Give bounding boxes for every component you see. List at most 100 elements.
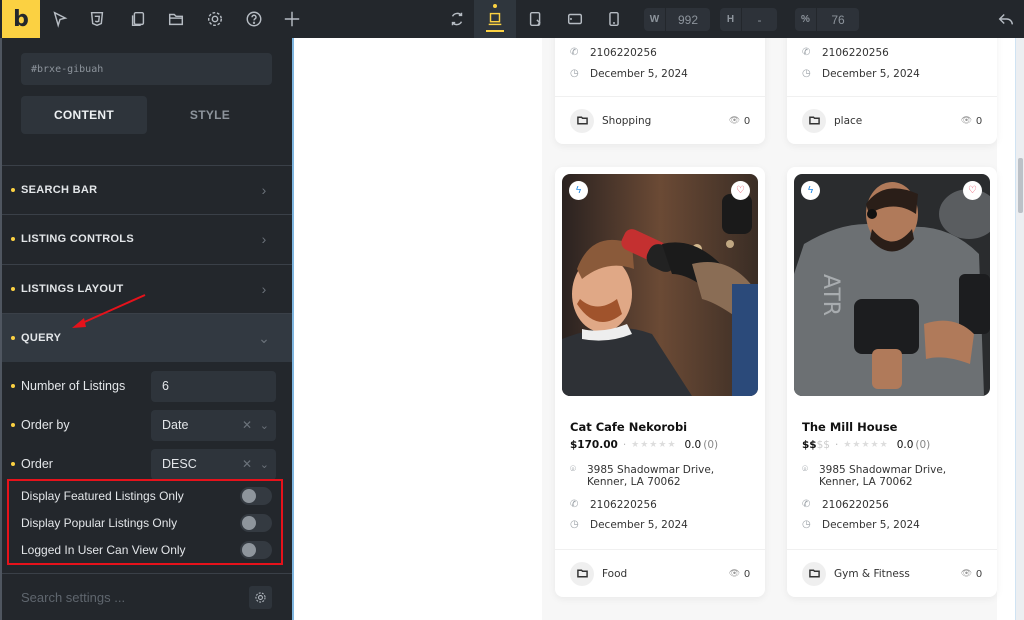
select-icon[interactable] bbox=[50, 9, 70, 29]
card-footer: Shopping 👁 0 bbox=[555, 96, 765, 144]
eye-icon: 👁 bbox=[728, 115, 741, 125]
section-listing-controls[interactable]: LISTING CONTROLS › bbox=[2, 214, 292, 263]
refresh-icon[interactable] bbox=[447, 9, 467, 29]
control-label: Order by bbox=[21, 418, 70, 432]
preview-canvas: ✆ 2106220256 ◷ December 5, 2024 Shopping 👁… bbox=[292, 38, 1024, 620]
laptop-icon bbox=[485, 9, 505, 29]
phone-row: ✆ 2106220256 bbox=[570, 47, 657, 59]
element-id-field[interactable]: #brxe-gibuah bbox=[21, 53, 272, 85]
listing-card[interactable]: ✆ 2106220256 ◷ December 5, 2024 place 👁 0 bbox=[787, 38, 997, 144]
order-by-select[interactable]: Date ✕ ⌄ bbox=[151, 409, 276, 441]
number-of-listings-input[interactable]: 6 bbox=[151, 370, 276, 402]
category-label[interactable]: Gym & Fitness bbox=[834, 568, 961, 580]
section-listings-layout[interactable]: LISTINGS LAYOUT › bbox=[2, 264, 292, 313]
category-label[interactable]: Food bbox=[602, 568, 729, 580]
mobile-icon[interactable] bbox=[604, 9, 624, 29]
clock-icon: ◷ bbox=[802, 519, 811, 530]
price-dim: $$ bbox=[816, 439, 830, 451]
phone-text: 2106220256 bbox=[590, 47, 657, 59]
chevron-down-icon: ⌄ bbox=[258, 329, 270, 346]
pages-icon[interactable] bbox=[128, 9, 148, 29]
zoom-label: % bbox=[795, 8, 817, 31]
zoom-input[interactable]: % 76 bbox=[795, 8, 859, 31]
tab-content[interactable]: CONTENT bbox=[21, 96, 147, 134]
height-input[interactable]: H - bbox=[720, 8, 777, 31]
views-value: 0 bbox=[976, 567, 982, 580]
select-value: DESC bbox=[162, 457, 197, 471]
add-icon[interactable] bbox=[282, 9, 302, 29]
search-settings-input[interactable]: Search settings ... bbox=[21, 590, 249, 605]
phone-row: ✆ 2106220256 bbox=[570, 499, 657, 511]
tablet-landscape-icon[interactable] bbox=[526, 9, 546, 29]
views-count: 👁 0 bbox=[961, 115, 982, 127]
price-rating-row: $170.00 · ★★★★★ 0.0 (0) bbox=[570, 439, 718, 451]
listing-card[interactable]: ϟ ♡ Cat Cafe Nekorobi $170.00 · ★★★★★ 0.… bbox=[555, 167, 765, 597]
address-text: 3985 Shadowmar Drive, Kenner, LA 70062 bbox=[819, 464, 947, 488]
gym-photo[interactable]: ATR ϟ ♡ bbox=[794, 174, 990, 396]
phone-icon: ✆ bbox=[802, 47, 811, 58]
location-pin-icon: ⌾ bbox=[570, 464, 576, 475]
bullet-dot bbox=[11, 462, 15, 466]
listing-title[interactable]: The Mill House bbox=[802, 420, 897, 434]
width-value[interactable]: 992 bbox=[666, 8, 710, 31]
clear-icon[interactable]: ✕ bbox=[242, 418, 252, 432]
breakpoint-laptop-button[interactable] bbox=[474, 0, 516, 38]
heart-icon[interactable]: ♡ bbox=[963, 181, 982, 200]
rating-stars: ★★★★★ bbox=[631, 440, 677, 450]
tablet-portrait-icon[interactable] bbox=[565, 9, 585, 29]
views-count: 👁 0 bbox=[961, 568, 982, 580]
canvas-scrollbar[interactable] bbox=[1015, 38, 1024, 620]
bricks-logo[interactable]: b bbox=[2, 0, 40, 38]
section-search-bar[interactable]: SEARCH BAR › bbox=[2, 165, 292, 214]
barber-photo[interactable]: ϟ ♡ bbox=[562, 174, 758, 396]
folder-icon[interactable] bbox=[166, 9, 186, 29]
svg-text:ATR: ATR bbox=[818, 274, 843, 316]
number-of-listings-control: Number of Listings 6 bbox=[2, 370, 292, 402]
folder-icon bbox=[802, 561, 826, 586]
price-rating-row: $$ $$ · ★★★★★ 0.0 (0) bbox=[802, 439, 930, 451]
control-label: Order bbox=[21, 457, 53, 471]
settings-icon[interactable] bbox=[205, 9, 225, 29]
clock-icon: ◷ bbox=[802, 68, 811, 79]
category-label[interactable]: place bbox=[834, 115, 961, 127]
category-label[interactable]: Shopping bbox=[602, 115, 729, 127]
address-row: ⌾ 3985 Shadowmar Drive, Kenner, LA 70062 bbox=[802, 464, 987, 488]
help-icon[interactable] bbox=[244, 9, 264, 29]
order-by-control: Order by Date ✕ ⌄ bbox=[2, 409, 292, 441]
bullet-dot bbox=[11, 423, 15, 427]
clock-icon: ◷ bbox=[570, 519, 579, 530]
css3-icon[interactable] bbox=[87, 9, 107, 29]
date-row: ◷ December 5, 2024 bbox=[802, 519, 920, 531]
width-input[interactable]: W 992 bbox=[644, 8, 710, 31]
listing-card[interactable]: ATR ϟ ♡ The Mill House $$ $$ · ★★★★★ 0.0 … bbox=[787, 167, 997, 597]
bullet-dot bbox=[11, 287, 15, 291]
date-text: December 5, 2024 bbox=[822, 68, 920, 80]
eye-icon: 👁 bbox=[728, 568, 741, 578]
section-label: QUERY bbox=[21, 332, 62, 344]
rating-stars: ★★★★★ bbox=[843, 440, 889, 450]
folder-icon bbox=[570, 108, 594, 133]
section-query[interactable]: QUERY ⌄ bbox=[2, 313, 292, 362]
heart-icon[interactable]: ♡ bbox=[731, 181, 750, 200]
order-select[interactable]: DESC ✕ ⌄ bbox=[151, 448, 276, 480]
select-value: Date bbox=[162, 418, 189, 432]
control-label: Number of Listings bbox=[21, 379, 126, 393]
folder-icon bbox=[570, 561, 594, 586]
section-label: SEARCH BAR bbox=[21, 184, 98, 196]
eye-icon: 👁 bbox=[960, 568, 973, 578]
chevron-down-icon[interactable]: ⌄ bbox=[260, 458, 269, 471]
listing-title[interactable]: Cat Cafe Nekorobi bbox=[570, 420, 687, 434]
separator: · bbox=[622, 439, 627, 451]
listing-card[interactable]: ✆ 2106220256 ◷ December 5, 2024 Shopping 👁… bbox=[555, 38, 765, 144]
eye-icon: 👁 bbox=[960, 115, 973, 125]
gear-icon[interactable] bbox=[249, 585, 272, 609]
undo-icon[interactable] bbox=[996, 9, 1016, 29]
tab-style[interactable]: STYLE bbox=[147, 96, 273, 134]
address-text: 3985 Shadowmar Drive, Kenner, LA 70062 bbox=[587, 464, 715, 488]
zoom-value[interactable]: 76 bbox=[817, 8, 859, 31]
height-value[interactable]: - bbox=[742, 8, 777, 31]
chevron-down-icon[interactable]: ⌄ bbox=[260, 419, 269, 432]
height-label: H bbox=[720, 8, 742, 31]
clear-icon[interactable]: ✕ bbox=[242, 457, 252, 471]
scrollbar-thumb[interactable] bbox=[1018, 158, 1023, 213]
